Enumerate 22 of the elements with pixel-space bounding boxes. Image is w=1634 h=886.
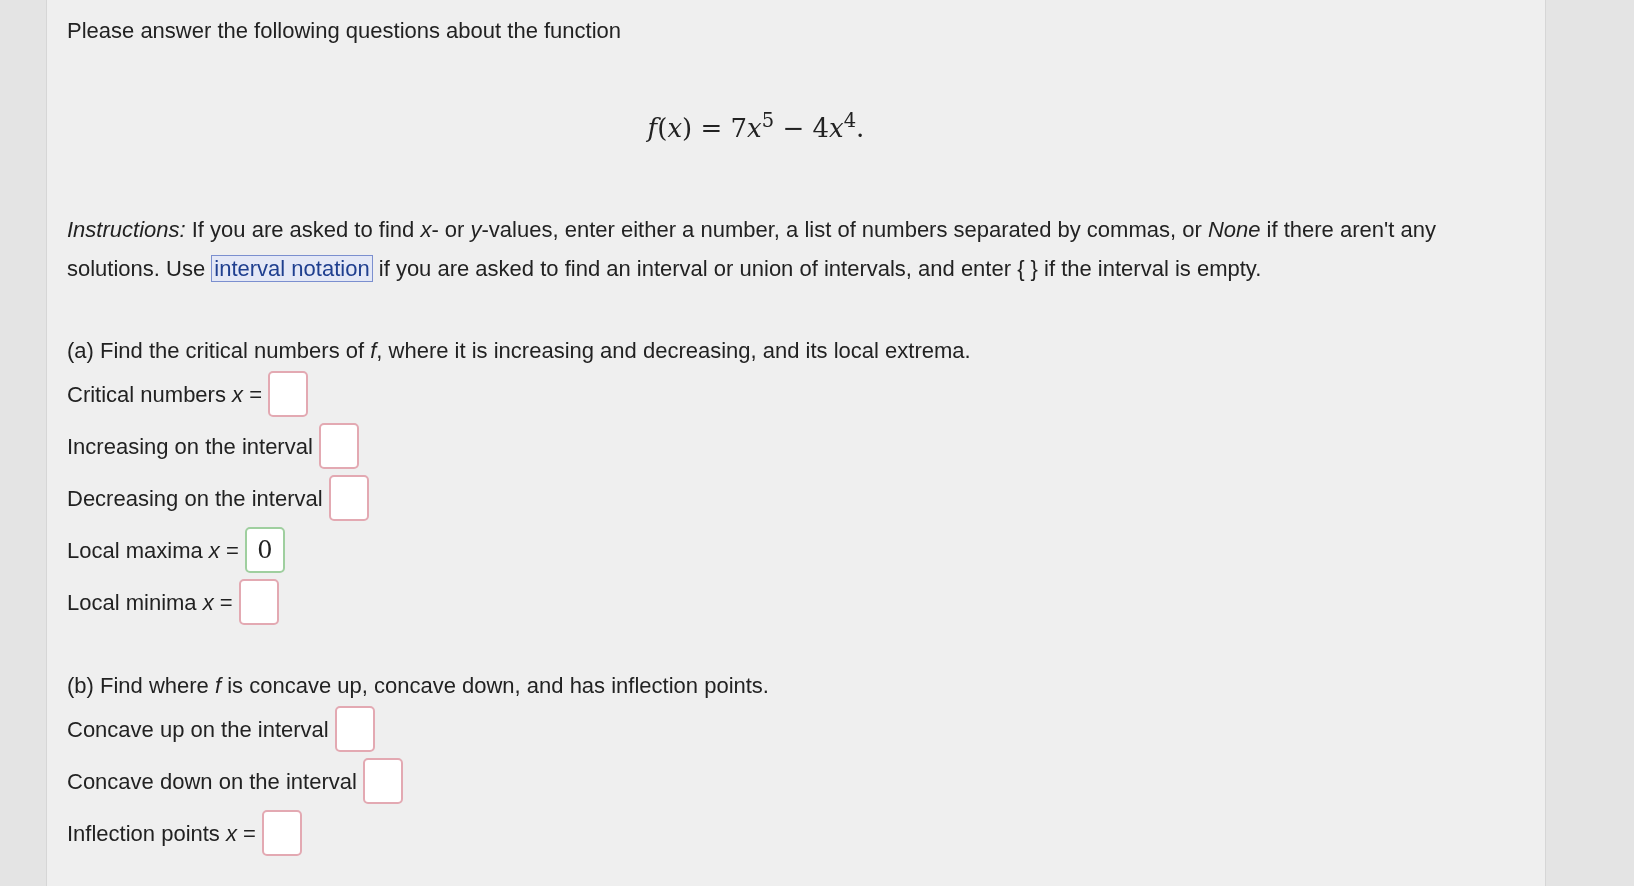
interval-notation-link[interactable]: interval notation: [211, 255, 373, 282]
intro-text: Please answer the following questions about the function: [67, 17, 622, 45]
field-label: Local maxima x =: [67, 536, 239, 565]
answer-box[interactable]: [268, 371, 308, 417]
function-formula: f(x) = 7x$^{5}$ − 4x$^{4}$.: [647, 109, 865, 145]
field-label: Critical numbers x =: [67, 380, 262, 409]
answer-box[interactable]: [362, 758, 403, 804]
instructions-text: Instructions: If you are asked to find x- or y-values, enter either a number, a list of numbers separated by commas, or None if there aren't any solutions. Use interval notation if you are asked to find an interval or union of intervals, and enter { } if the interval is empty.: [67, 216, 1437, 284]
answer-box[interactable]: 0: [244, 527, 285, 573]
field-label: Local minima x =: [67, 588, 233, 617]
answer-box[interactable]: [334, 706, 375, 752]
field-label: Concave down on the interval: [67, 767, 357, 796]
field-label: Inflection points x =: [67, 819, 256, 848]
question-heading: (b) Find where f is concave up, concave down, and has inflection points.: [67, 672, 769, 700]
answer-box[interactable]: [238, 579, 279, 625]
field-label: Concave up on the interval: [67, 715, 329, 744]
question-heading: (a) Find the critical numbers of f, where it is increasing and decreasing, and its local extrema.: [67, 337, 971, 365]
field-label: Increasing on the interval: [67, 432, 313, 461]
field-label: Decreasing on the interval: [67, 484, 323, 513]
answer-box[interactable]: [328, 475, 369, 521]
answer-box[interactable]: [261, 810, 302, 856]
answer-box[interactable]: [318, 423, 359, 469]
